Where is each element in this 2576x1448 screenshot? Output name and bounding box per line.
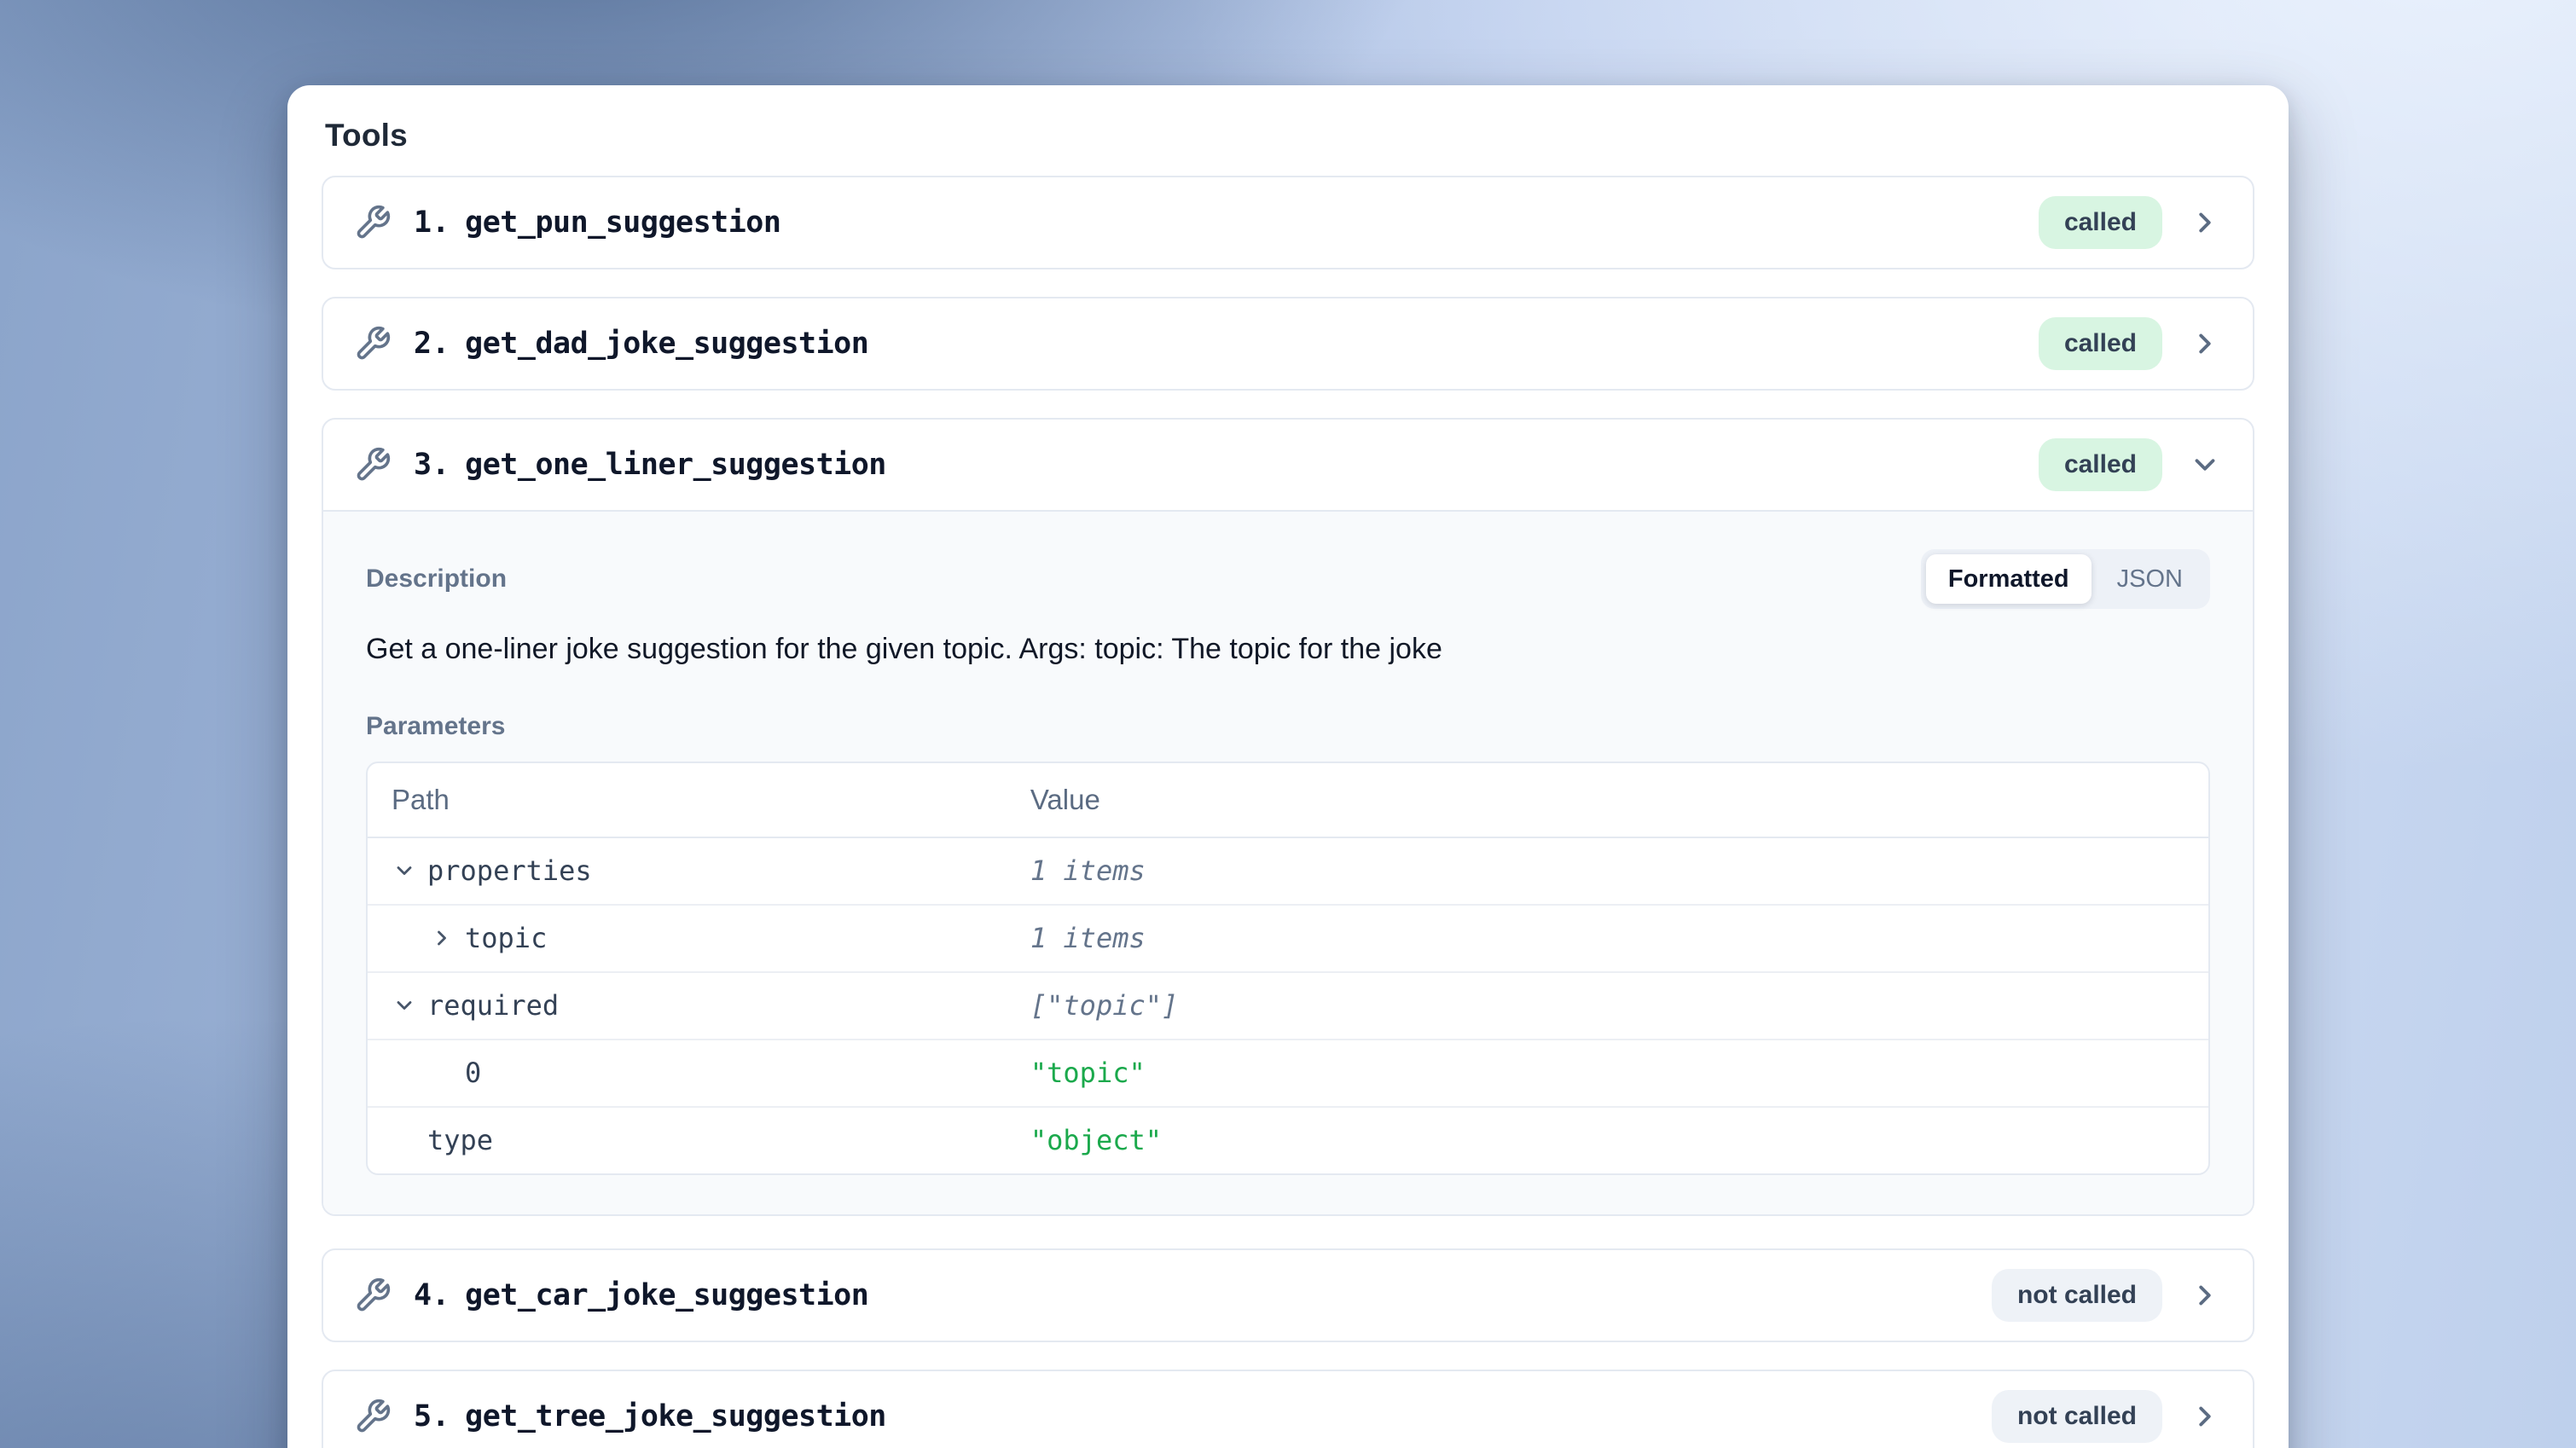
wrench-icon [354, 1277, 392, 1314]
tool-row-1-header[interactable]: 1. get_pun_suggestion called [323, 177, 2253, 268]
status-badge: called [2039, 196, 2162, 249]
status-badge: called [2039, 317, 2162, 370]
tools-panel: Tools 1. get_pun_suggestion called [287, 85, 2289, 1448]
status-badge: not called [1992, 1269, 2162, 1322]
tool-row-2-header[interactable]: 2. get_dad_joke_suggestion called [323, 298, 2253, 389]
tool-row-5: 5. get_tree_joke_suggestion not called [322, 1370, 2254, 1448]
row-path: required [427, 989, 559, 1022]
path-column-header: Path [392, 784, 450, 816]
row-path: 0 [429, 1057, 481, 1089]
chevron-right-icon[interactable] [2188, 206, 2222, 240]
table-row-required[interactable]: required ["topic"] [368, 973, 2208, 1040]
chevron-right-icon[interactable] [2188, 1399, 2222, 1434]
description-label: Description [366, 565, 507, 594]
tool-row-3: 3. get_one_liner_suggestion called Descr… [322, 418, 2254, 1216]
tool-row-5-header[interactable]: 5. get_tree_joke_suggestion not called [323, 1371, 2253, 1448]
toggle-json-button[interactable]: JSON [2095, 554, 2205, 604]
wrench-icon [354, 1398, 392, 1435]
row-value: ["topic"] [1030, 989, 1178, 1022]
chevron-right-icon[interactable] [2188, 1278, 2222, 1312]
table-row-topic[interactable]: topic 1 items [368, 906, 2208, 973]
tool-number: 1. [414, 206, 450, 240]
status-badge: called [2039, 438, 2162, 491]
row-value: 1 items [1030, 854, 1146, 887]
parameters-table: Path Value properties 1 items [366, 762, 2210, 1175]
tool-detail-panel: Description Formatted JSON Get a one-lin… [323, 510, 2253, 1214]
view-toggle: Formatted JSON [1921, 549, 2210, 609]
table-row-properties[interactable]: properties 1 items [368, 838, 2208, 906]
parameters-table-header: Path Value [368, 763, 2208, 838]
tool-name: get_one_liner_suggestion [465, 448, 886, 482]
wrench-icon [354, 446, 392, 484]
tool-row-4: 4. get_car_joke_suggestion not called [322, 1248, 2254, 1342]
wrench-icon [354, 325, 392, 362]
wrench-icon [354, 204, 392, 241]
tool-name: get_car_joke_suggestion [465, 1278, 868, 1312]
tool-name: get_pun_suggestion [465, 206, 780, 240]
chevron-right-icon[interactable] [429, 925, 455, 951]
toggle-formatted-button[interactable]: Formatted [1926, 554, 2092, 604]
status-badge: not called [1992, 1390, 2162, 1443]
desktop-background: Tools 1. get_pun_suggestion called [0, 0, 2576, 1448]
tool-row-2: 2. get_dad_joke_suggestion called [322, 297, 2254, 391]
tool-number: 5. [414, 1399, 450, 1434]
row-path: properties [427, 854, 592, 887]
chevron-right-icon[interactable] [2188, 327, 2222, 361]
tool-row-1: 1. get_pun_suggestion called [322, 176, 2254, 269]
tool-number: 4. [414, 1278, 450, 1312]
tool-number: 2. [414, 327, 450, 361]
tool-row-3-header[interactable]: 3. get_one_liner_suggestion called [323, 420, 2253, 510]
tool-description: Get a one-liner joke suggestion for the … [366, 631, 2210, 668]
parameters-label: Parameters [366, 712, 2210, 741]
tool-name: get_tree_joke_suggestion [465, 1399, 886, 1434]
panel-title: Tools [325, 118, 2254, 153]
row-value: "object" [1030, 1124, 1162, 1156]
chevron-down-icon[interactable] [2188, 448, 2222, 482]
row-path: type [392, 1124, 493, 1156]
table-row-type: type "object" [368, 1108, 2208, 1173]
tool-name: get_dad_joke_suggestion [465, 327, 868, 361]
value-column-header: Value [1030, 784, 1100, 815]
row-path: topic [465, 922, 547, 954]
tool-number: 3. [414, 448, 450, 482]
chevron-down-icon[interactable] [392, 858, 417, 883]
table-row-0: 0 "topic" [368, 1040, 2208, 1108]
chevron-down-icon[interactable] [392, 993, 417, 1018]
tool-row-4-header[interactable]: 4. get_car_joke_suggestion not called [323, 1250, 2253, 1341]
row-value: "topic" [1030, 1057, 1146, 1089]
row-value: 1 items [1030, 922, 1146, 954]
